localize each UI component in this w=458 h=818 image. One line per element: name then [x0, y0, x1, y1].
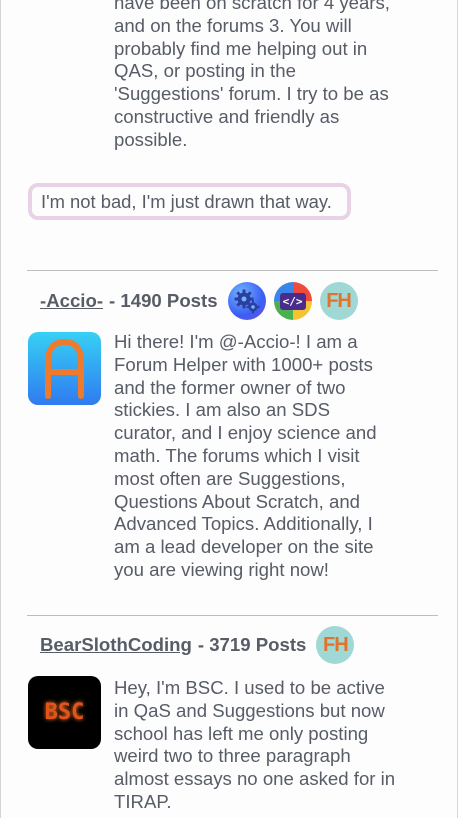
bio-line: Hey, I'm BSC. I used to be active: [114, 677, 385, 698]
avatar-text: BSC: [44, 700, 85, 725]
code-badge-label: </>: [279, 292, 306, 310]
avatar-accio[interactable]: [28, 332, 101, 405]
poster-header-bearslothcoding: BearSlothCoding - 3719 Posts FH: [40, 626, 362, 664]
profile-list-panel: have been on scratch for 4 years, and on…: [0, 0, 458, 818]
signature-quote: I'm not bad, I'm just drawn that way.: [28, 183, 351, 220]
bio-line: Questions About Scratch, and: [114, 490, 361, 512]
bio-line: stickies. I am also an SDS: [114, 399, 330, 421]
bio-line: 'Suggestions' forum. I try to be as: [114, 83, 389, 105]
badge-list: </> FH: [227, 282, 366, 320]
bio-line: school has left me only posting: [114, 722, 369, 744]
post-count: - 3719 Posts: [197, 634, 307, 655]
divider: [27, 270, 438, 271]
bio-line: Forum Helper with 1000+ posts: [114, 353, 373, 375]
bio-line: most often are Suggestions,: [114, 467, 346, 489]
forum-helper-badge-icon: FH: [319, 282, 358, 320]
forum-helper-badge-label: FH: [326, 289, 352, 312]
bio-line: and the former owner of two: [114, 376, 346, 398]
bio-line: curator, and I enjoy science and: [114, 422, 377, 444]
post-count: - 1490 Posts: [109, 290, 218, 311]
bio-line: TIRAP.: [114, 790, 172, 812]
avatar-bearslothcoding[interactable]: BSC: [28, 676, 101, 749]
bio-line: Hi there! I'm @-Accio-! I am a: [114, 331, 358, 352]
code-badge-icon: </>: [273, 282, 312, 320]
forum-helper-badge-label: FH: [323, 633, 349, 656]
bio-line: have been on scratch for 4 years,: [114, 0, 390, 13]
poster-bio-bearslothcoding: Hey, I'm BSC. I used to be active in QaS…: [114, 677, 414, 814]
bio-line: weird two to three paragraph: [114, 745, 351, 767]
forum-helper-badge-icon: FH: [316, 626, 355, 664]
bio-line: math. The forums which I visit: [114, 444, 360, 466]
gears-badge-icon: [227, 282, 266, 320]
poster-header-accio: -Accio- - 1490 Posts </> FH: [40, 282, 366, 320]
bio-line: probably find me helping out in: [114, 37, 368, 59]
bio-line: and on the forums 3. You will: [114, 14, 352, 36]
bio-line: Advanced Topics. Additionally, I: [114, 513, 373, 535]
username-link[interactable]: -Accio-: [40, 290, 103, 312]
bio-line: you are viewing right now!: [114, 558, 329, 580]
bio-line: in QaS and Suggestions but now: [114, 699, 385, 721]
bio-line: possible.: [114, 128, 188, 150]
badge-list: FH: [316, 626, 362, 664]
bio-line: constructive and friendly as: [114, 105, 340, 127]
username-link[interactable]: BearSlothCoding: [40, 634, 192, 656]
bio-line: QAS, or posting in the: [114, 60, 296, 82]
previous-poster-bio: have been on scratch for 4 years, and on…: [114, 0, 414, 152]
bio-line: almost essays no one asked for in: [114, 768, 396, 790]
poster-bio-accio: Hi there! I'm @-Accio-! I am a Forum Hel…: [114, 331, 414, 582]
divider: [27, 615, 438, 616]
bio-line: am a lead developer on the site: [114, 536, 374, 558]
